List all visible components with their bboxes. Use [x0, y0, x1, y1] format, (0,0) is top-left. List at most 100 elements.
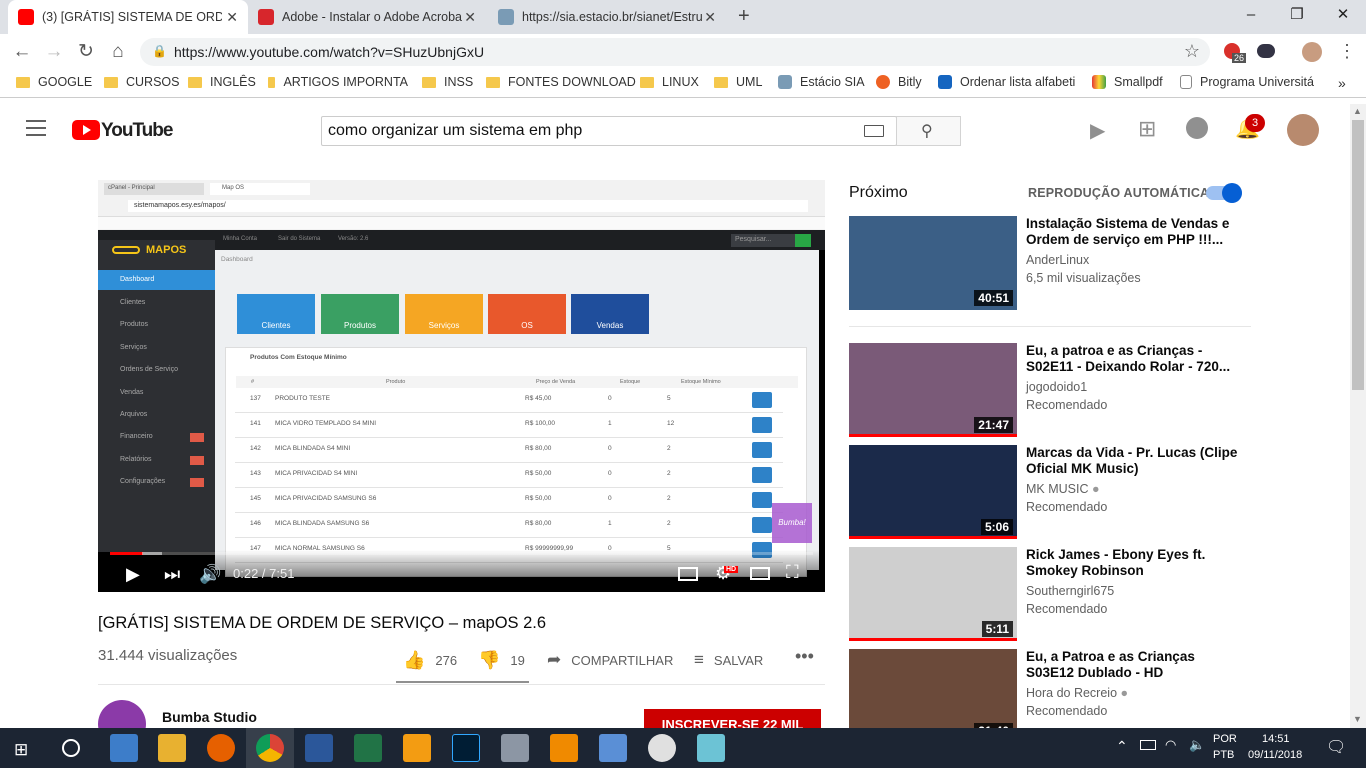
suggestion-card[interactable]: 40:51 Instalação Sistema de Vendas e Orde… — [849, 216, 1251, 310]
bookmark-folder[interactable]: UML — [714, 75, 762, 89]
bookmark-link[interactable]: Bitly — [876, 75, 922, 89]
chrome-icon[interactable] — [256, 734, 284, 762]
bookmarks-overflow-button[interactable]: » — [1338, 75, 1346, 91]
subtitles-icon[interactable] — [678, 567, 698, 581]
apps-grid-icon[interactable]: ⊞ — [1138, 116, 1156, 142]
scroll-down-icon[interactable]: ▼ — [1353, 714, 1362, 724]
suggestion-channel[interactable]: jogodoido1 — [1026, 380, 1087, 394]
close-tab-icon[interactable]: ✕ — [464, 9, 476, 26]
volume-icon[interactable]: 🔊 — [199, 564, 221, 585]
suggestion-channel[interactable]: MK MUSIC ● — [1026, 482, 1100, 496]
bookmark-folder[interactable]: INGLÊS — [188, 75, 256, 89]
control-panel-icon[interactable] — [110, 734, 138, 762]
channel-name[interactable]: Bumba Studio — [162, 709, 257, 725]
fullscreen-icon[interactable]: ⛶ — [786, 562, 799, 583]
excel-icon[interactable] — [354, 734, 382, 762]
bookmark-folder[interactable]: ARTIGOS IMPORNTA — [268, 75, 408, 89]
scrollbar-thumb[interactable] — [1352, 120, 1364, 390]
more-actions-icon[interactable]: ••• — [795, 646, 814, 667]
video-thumbnail[interactable]: 40:51 — [849, 216, 1017, 310]
suggestion-title[interactable]: Rick James - Ebony Eyes ft. Smokey Robin… — [1026, 547, 1246, 579]
address-bar[interactable]: 🔒 https://www.youtube.com/watch?v=SHuzUb… — [140, 38, 1210, 66]
bookmark-link[interactable]: Smallpdf — [1092, 75, 1163, 89]
minimize-icon[interactable]: – — [1228, 0, 1274, 30]
sublime-text-icon[interactable] — [550, 734, 578, 762]
youtube-logo-icon[interactable] — [72, 120, 100, 140]
action-center-icon[interactable]: 🗨 — [1326, 737, 1346, 757]
youtube-logo-text[interactable]: YouTube — [101, 120, 173, 142]
next-icon[interactable]: ⏭ — [164, 564, 180, 585]
account-avatar[interactable] — [1287, 114, 1319, 146]
profile-avatar[interactable] — [1302, 42, 1322, 62]
word-icon[interactable] — [305, 734, 333, 762]
chrome-menu-icon[interactable]: ⋮ — [1338, 41, 1356, 62]
restore-icon[interactable]: ❐ — [1274, 0, 1320, 30]
play-icon[interactable]: ▶ — [126, 564, 140, 585]
keyboard-layout[interactable]: PTB — [1213, 749, 1234, 761]
suggestion-card[interactable]: 21:47 Eu, a patroa e as Crianças - S02E11… — [849, 343, 1251, 437]
close-tab-icon[interactable]: ✕ — [704, 9, 716, 26]
channel-watermark[interactable]: Bumba! — [772, 503, 812, 543]
back-icon[interactable]: ← — [10, 40, 34, 64]
search-button[interactable]: ⚲ — [896, 116, 961, 146]
theater-mode-icon[interactable] — [750, 567, 770, 580]
app-icon[interactable] — [501, 734, 529, 762]
avast-icon[interactable] — [403, 734, 431, 762]
suggestion-title[interactable]: Eu, a Patroa e as Crianças S03E12 Dublad… — [1026, 649, 1246, 681]
suggestion-title[interactable]: Instalação Sistema de Vendas e Ordem de … — [1026, 216, 1246, 248]
close-tab-icon[interactable]: ✕ — [226, 9, 238, 26]
video-player[interactable]: cPanel - Principal Map OS sistemamapos.e… — [98, 180, 825, 592]
bookmark-link[interactable]: Ordenar lista alfabeti — [938, 75, 1078, 89]
show-hidden-icons[interactable]: ⌃ — [1116, 738, 1128, 755]
suggestion-card[interactable]: 5:11 Rick James - Ebony Eyes ft. Smokey R… — [849, 547, 1251, 641]
extension-colors-icon[interactable] — [1257, 44, 1275, 58]
progress-bar[interactable] — [110, 552, 813, 555]
forward-icon[interactable]: → — [42, 40, 66, 64]
clock-time[interactable]: 14:51 — [1262, 733, 1290, 745]
photoshop-icon[interactable] — [452, 734, 480, 762]
suggestion-title[interactable]: Marcas da Vida - Pr. Lucas (Clipe Oficia… — [1026, 445, 1246, 477]
page-scrollbar[interactable]: ▲ ▼ — [1350, 104, 1366, 728]
bookmark-folder[interactable]: INSS — [422, 75, 473, 89]
bookmark-link[interactable]: Estácio SIA — [778, 75, 865, 89]
new-tab-button[interactable]: + — [738, 5, 750, 28]
browser-tab-adobe[interactable]: Adobe - Instalar o Adobe Acroba ✕ — [248, 0, 486, 34]
battery-icon[interactable] — [1140, 740, 1156, 750]
windows-start-icon[interactable]: ⊞ — [14, 740, 28, 760]
firefox-icon[interactable] — [207, 734, 235, 762]
video-thumbnail[interactable]: 5:11 — [849, 547, 1017, 641]
bookmark-folder[interactable]: CURSOS — [104, 75, 179, 89]
suggestion-channel[interactable]: Hora do Recreio ● — [1026, 686, 1128, 700]
messages-icon[interactable] — [1186, 117, 1208, 139]
like-button[interactable]: 👍 276 — [403, 650, 457, 671]
search-input[interactable]: como organizar um sistema em php — [321, 116, 897, 146]
scroll-up-icon[interactable]: ▲ — [1353, 106, 1362, 116]
create-video-icon[interactable]: ▶ — [1090, 118, 1105, 143]
virtualbox-icon[interactable] — [599, 734, 627, 762]
save-button[interactable]: ≡ SALVAR — [694, 650, 763, 670]
clock-date[interactable]: 09/11/2018 — [1248, 749, 1302, 761]
cortana-icon[interactable] — [62, 739, 80, 757]
autoplay-toggle[interactable] — [1206, 183, 1242, 203]
home-icon[interactable]: ⌂ — [106, 40, 130, 64]
close-window-icon[interactable]: ✕ — [1320, 0, 1366, 30]
suggestion-card[interactable]: 5:06 Marcas da Vida - Pr. Lucas (Clipe Of… — [849, 445, 1251, 539]
bookmark-folder[interactable]: LINUX — [640, 75, 699, 89]
bookmark-star-icon[interactable]: ☆ — [1184, 41, 1200, 62]
bookmark-link[interactable]: Programa Universitá — [1180, 75, 1320, 89]
recorder-icon[interactable] — [648, 734, 676, 762]
snipping-tool-icon[interactable] — [697, 734, 725, 762]
hamburger-menu-icon[interactable] — [26, 120, 46, 136]
input-language[interactable]: POR — [1213, 733, 1237, 745]
suggestion-channel[interactable]: Southerngirl675 — [1026, 584, 1114, 598]
bookmark-folder[interactable]: GOOGLE — [16, 75, 92, 89]
browser-tab-estacio[interactable]: https://sia.estacio.br/sianet/Estru ✕ — [488, 0, 726, 34]
wifi-icon[interactable]: ◠ — [1165, 737, 1176, 753]
dislike-button[interactable]: 👎 19 — [478, 650, 525, 671]
share-button[interactable]: ➦ COMPARTILHAR — [547, 650, 673, 670]
suggestion-title[interactable]: Eu, a patroa e as Crianças - S02E11 - De… — [1026, 343, 1246, 375]
file-explorer-icon[interactable] — [158, 734, 186, 762]
suggestion-channel[interactable]: AnderLinux — [1026, 253, 1089, 267]
reload-icon[interactable]: ↻ — [74, 40, 98, 64]
video-thumbnail[interactable]: 5:06 — [849, 445, 1017, 539]
